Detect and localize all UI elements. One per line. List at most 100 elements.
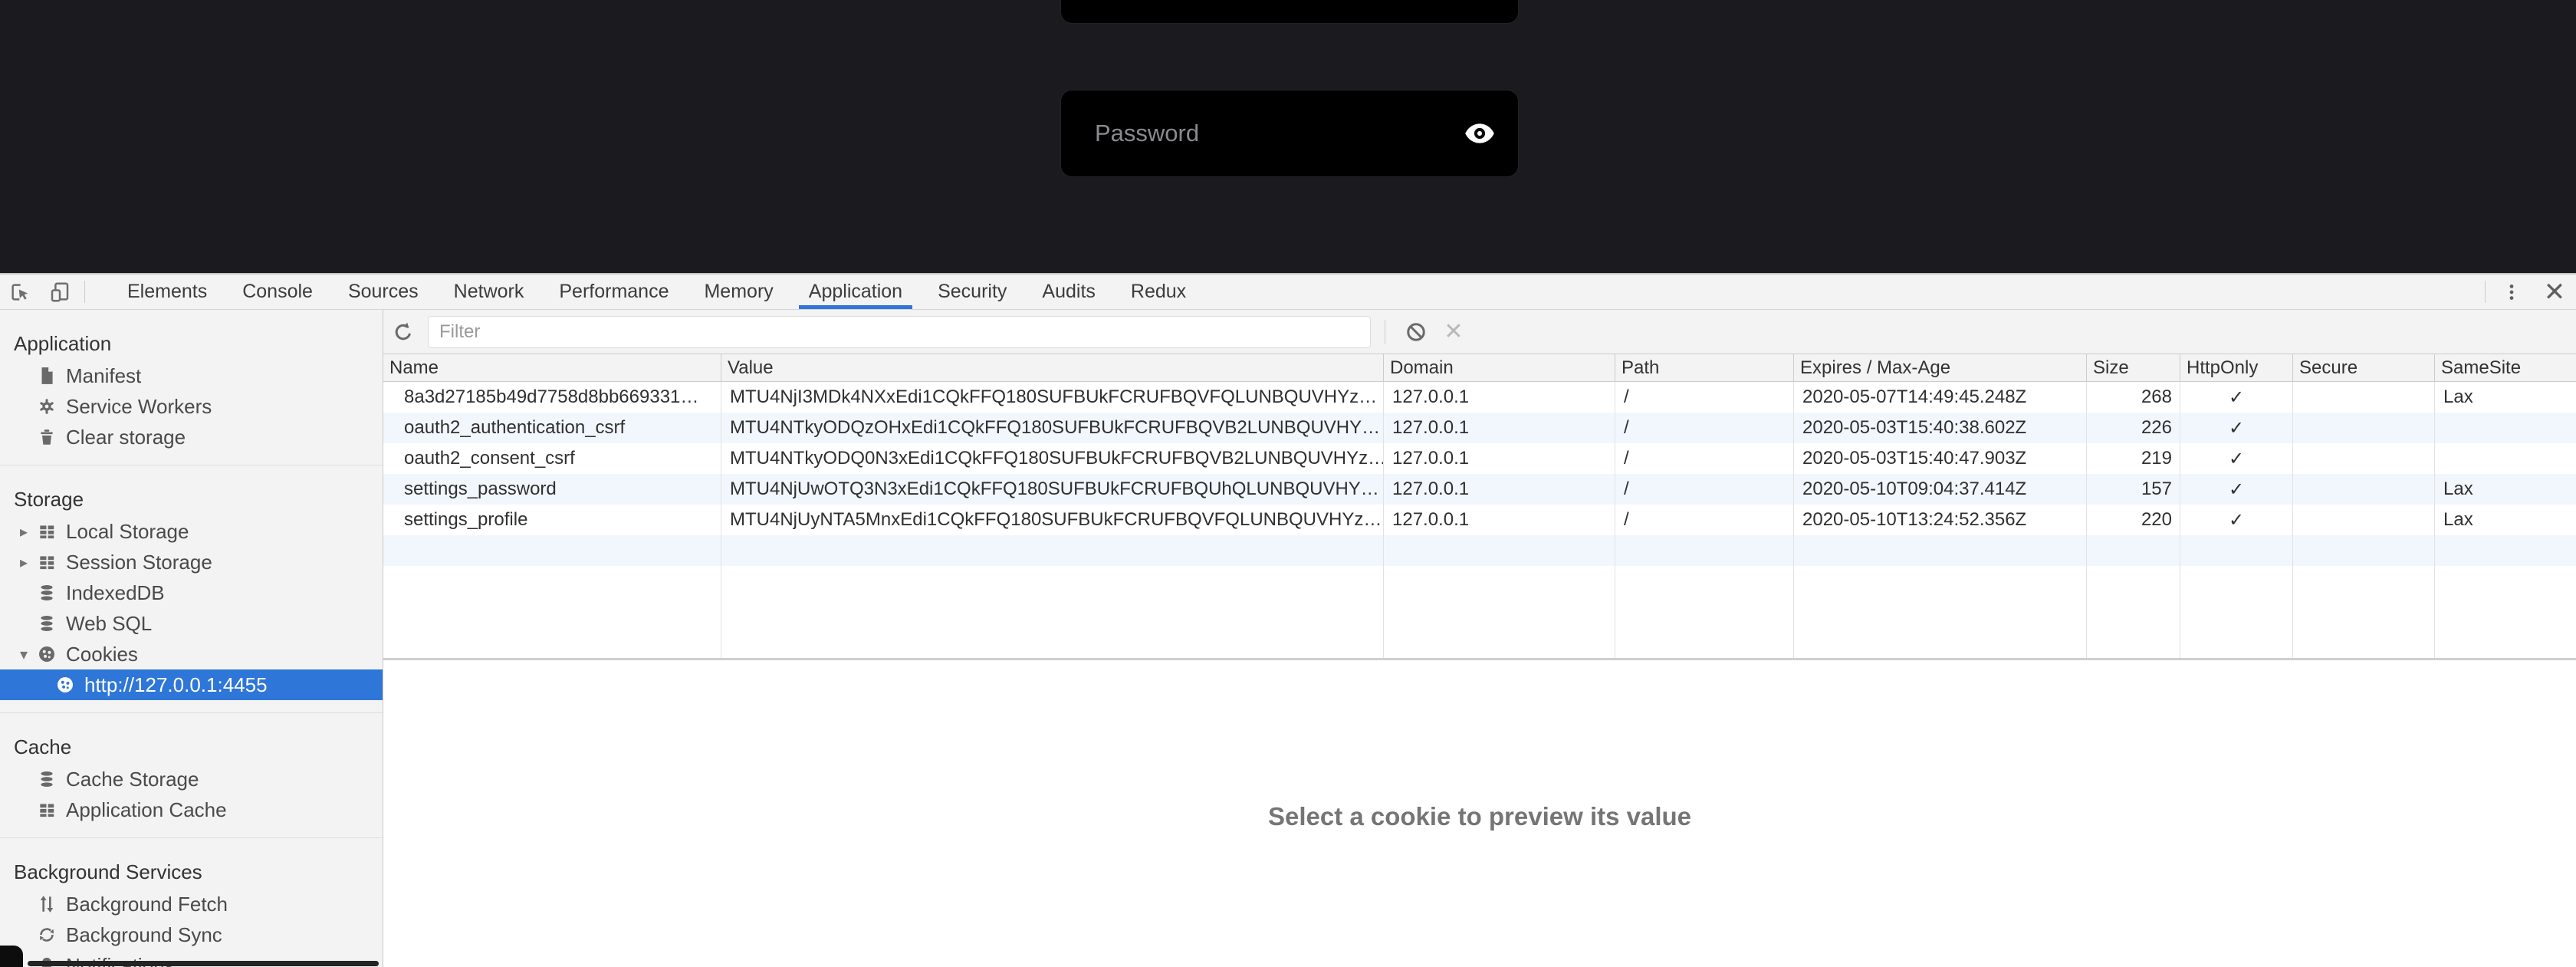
cell-size[interactable]: 268 [2086, 382, 2180, 413]
cell-name[interactable]: oauth2_consent_csrf [383, 443, 721, 474]
grid-icon [37, 521, 57, 541]
sidebar-item-manifest[interactable]: Manifest [0, 360, 383, 391]
filter-input[interactable] [428, 316, 1371, 348]
column-header-size[interactable]: Size [2086, 354, 2180, 381]
cookie-row-settings_profile[interactable]: settings_profileMTU4NjUyNTA5MnxEdi1CQkFF… [383, 505, 2576, 535]
column-header-path[interactable]: Path [1615, 354, 1793, 381]
cell-domain[interactable]: 127.0.0.1 [1383, 474, 1615, 505]
sidebar-item-http-127-0-0-1-4455[interactable]: http://127.0.0.1:4455 [0, 669, 383, 700]
cell-http_only[interactable]: ✓ [2180, 474, 2292, 505]
tab-console[interactable]: Console [225, 275, 330, 309]
cell-secure[interactable] [2292, 505, 2434, 535]
refresh-icon[interactable] [383, 315, 423, 349]
cell-expires[interactable]: 2020-05-10T13:24:52.356Z [1793, 505, 2086, 535]
tab-security[interactable]: Security [920, 275, 1024, 309]
cell-expires[interactable]: 2020-05-03T15:40:38.602Z [1793, 413, 2086, 443]
eye-icon[interactable] [1464, 110, 1518, 156]
cell-size[interactable]: 226 [2086, 413, 2180, 443]
cell-value[interactable]: MTU4NjUwOTQ3N3xEdi1CQkFFQ180SUFBUkFCRUFB… [721, 474, 1383, 505]
column-header-expires[interactable]: Expires / Max-Age [1793, 354, 2086, 381]
sidebar-item-web-sql[interactable]: Web SQL [0, 608, 383, 639]
application-sidebar: ApplicationManifestService WorkersClear … [0, 310, 383, 967]
column-header-value[interactable]: Value [721, 354, 1383, 381]
cell-same_site[interactable]: Lax [2434, 382, 2576, 413]
cell-path[interactable]: / [1615, 382, 1793, 413]
tab-application[interactable]: Application [791, 275, 920, 309]
tab-sources[interactable]: Sources [330, 275, 436, 309]
cell-http_only[interactable]: ✓ [2180, 382, 2292, 413]
sidebar-item-indexeddb[interactable]: IndexedDB [0, 577, 383, 608]
cell-same_site[interactable] [2434, 413, 2576, 443]
cookie-row-oauth2_authentication_csrf[interactable]: oauth2_authentication_csrfMTU4NTkyODQzOH… [383, 413, 2576, 443]
cell-expires[interactable]: 2020-05-07T14:49:45.248Z [1793, 382, 2086, 413]
cell-value[interactable]: MTU4NjUyNTA5MnxEdi1CQkFFQ180SUFBUkFCRUFB… [721, 505, 1383, 535]
sidebar-item-clear-storage[interactable]: Clear storage [0, 422, 383, 452]
cell-domain[interactable]: 127.0.0.1 [1383, 505, 1615, 535]
password-field[interactable] [1061, 90, 1518, 176]
cell-path[interactable]: / [1615, 474, 1793, 505]
cookie-row-settings_password[interactable]: settings_passwordMTU4NjUwOTQ3N3xEdi1CQkF… [383, 474, 2576, 505]
cell-path[interactable]: / [1615, 413, 1793, 443]
cell-expires[interactable]: 2020-05-03T15:40:47.903Z [1793, 443, 2086, 474]
column-header-domain[interactable]: Domain [1383, 354, 1615, 381]
cell-size[interactable]: 220 [2086, 505, 2180, 535]
cell-secure[interactable] [2292, 474, 2434, 505]
sidebar-item-service-workers[interactable]: Service Workers [0, 391, 383, 422]
cell-value[interactable]: MTU4NTkyODQ0N3xEdi1CQkFFQ180SUFBUkFCRUFB… [721, 443, 1383, 474]
close-devtools-icon[interactable]: ✕ [2533, 275, 2576, 309]
cell-http_only[interactable]: ✓ [2180, 443, 2292, 474]
cell-value[interactable]: MTU4NjI3MDk4NXxEdi1CQkFFQ180SUFBUkFCRUFB… [721, 382, 1383, 413]
column-header-same_site[interactable]: SameSite [2434, 354, 2576, 381]
cell-http_only[interactable]: ✓ [2180, 413, 2292, 443]
cell-size[interactable]: 157 [2086, 474, 2180, 505]
tab-memory[interactable]: Memory [686, 275, 790, 309]
tab-performance[interactable]: Performance [541, 275, 686, 309]
cell-same_site[interactable] [2434, 443, 2576, 474]
chevron-down-icon[interactable]: ▾ [20, 645, 37, 664]
cell-same_site[interactable]: Lax [2434, 505, 2576, 535]
password-input[interactable] [1061, 119, 1464, 148]
cell-http_only[interactable]: ✓ [2180, 505, 2292, 535]
cookie-row-oauth2_consent_csrf[interactable]: oauth2_consent_csrfMTU4NTkyODQ0N3xEdi1CQ… [383, 443, 2576, 474]
device-toolbar-icon[interactable] [40, 275, 80, 309]
cell-secure[interactable] [2292, 443, 2434, 474]
cell-name[interactable]: settings_profile [383, 505, 721, 535]
sidebar-scrollbar[interactable] [28, 961, 379, 966]
column-header-name[interactable]: Name [383, 354, 721, 381]
sidebar-item-cache-storage[interactable]: Cache Storage [0, 764, 383, 794]
cookie-row-8a3d27185b49d7758d8bb669331-[interactable]: 8a3d27185b49d7758d8bb669331…MTU4NjI3MDk4… [383, 382, 2576, 413]
tab-audits[interactable]: Audits [1024, 275, 1112, 309]
cell-same_site[interactable]: Lax [2434, 474, 2576, 505]
column-header-secure[interactable]: Secure [2292, 354, 2434, 381]
sidebar-item-cookies[interactable]: ▾Cookies [0, 639, 383, 669]
sidebar-item-application-cache[interactable]: Application Cache [0, 794, 383, 825]
clear-all-cookies-icon[interactable] [1396, 315, 1436, 349]
cell-secure[interactable] [2292, 413, 2434, 443]
chevron-right-icon[interactable]: ▸ [20, 553, 37, 572]
cell-domain[interactable]: 127.0.0.1 [1383, 413, 1615, 443]
more-options-icon[interactable] [2490, 275, 2533, 309]
sidebar-item-local-storage[interactable]: ▸Local Storage [0, 516, 383, 547]
cell-domain[interactable]: 127.0.0.1 [1383, 443, 1615, 474]
cell-domain[interactable]: 127.0.0.1 [1383, 382, 1615, 413]
cell-name[interactable]: settings_password [383, 474, 721, 505]
cell-name[interactable]: 8a3d27185b49d7758d8bb669331… [383, 382, 721, 413]
cell-size[interactable]: 219 [2086, 443, 2180, 474]
delete-selected-icon[interactable]: ✕ [1436, 318, 1471, 345]
cell-path[interactable]: / [1615, 505, 1793, 535]
tab-elements[interactable]: Elements [110, 275, 225, 309]
sidebar-item-background-fetch[interactable]: Background Fetch [0, 889, 383, 919]
cell-name[interactable]: oauth2_authentication_csrf [383, 413, 721, 443]
inspect-element-icon[interactable] [0, 275, 40, 309]
username-field-cropped[interactable] [1061, 0, 1518, 23]
cell-value[interactable]: MTU4NTkyODQzOHxEdi1CQkFFQ180SUFBUkFCRUFB… [721, 413, 1383, 443]
column-header-http_only[interactable]: HttpOnly [2180, 354, 2292, 381]
cell-expires[interactable]: 2020-05-10T09:04:37.414Z [1793, 474, 2086, 505]
tab-network[interactable]: Network [436, 275, 542, 309]
tab-redux[interactable]: Redux [1113, 275, 1204, 309]
cell-path[interactable]: / [1615, 443, 1793, 474]
sidebar-item-background-sync[interactable]: Background Sync [0, 919, 383, 950]
sidebar-item-session-storage[interactable]: ▸Session Storage [0, 547, 383, 577]
cell-secure[interactable] [2292, 382, 2434, 413]
chevron-right-icon[interactable]: ▸ [20, 522, 37, 541]
